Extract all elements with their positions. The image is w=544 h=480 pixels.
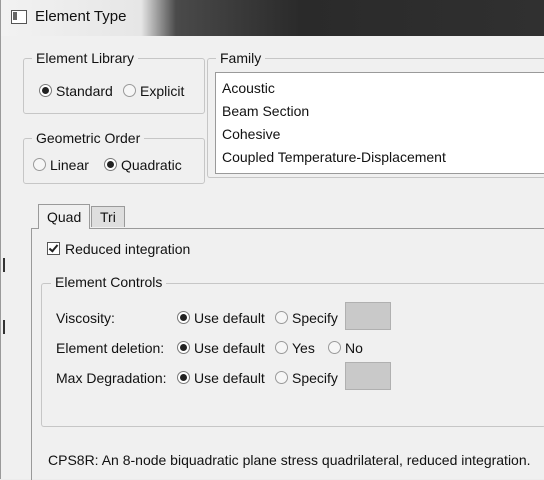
- family-label: Family: [216, 50, 266, 66]
- element-description: CPS8R: An 8-node biquadratic plane stres…: [48, 452, 531, 468]
- window-title: Element Type: [35, 8, 127, 25]
- radio-selected-icon: [39, 84, 52, 97]
- use-default-label: Use default: [194, 310, 265, 326]
- degradation-specify-radio[interactable]: Specify: [275, 370, 338, 386]
- viscosity-label: Viscosity:: [56, 310, 115, 326]
- radio-unselected-icon: [275, 371, 288, 384]
- radio-selected-icon: [177, 371, 190, 384]
- explicit-label: Explicit: [140, 83, 185, 99]
- reduced-integration-label: Reduced integration: [65, 241, 191, 257]
- radio-unselected-icon: [33, 158, 46, 171]
- window-icon: [11, 10, 27, 24]
- family-item[interactable]: Acoustic: [222, 80, 275, 96]
- radio-selected-icon: [177, 311, 190, 324]
- degradation-use-default-radio[interactable]: Use default: [177, 370, 265, 386]
- max-degradation-value-field[interactable]: [345, 362, 391, 390]
- explicit-radio[interactable]: Explicit: [123, 83, 184, 99]
- deletion-no-radio[interactable]: No: [328, 340, 363, 356]
- radio-selected-icon: [177, 341, 190, 354]
- standard-radio[interactable]: Standard: [39, 83, 113, 99]
- radio-unselected-icon: [123, 84, 136, 97]
- element-library-label: Element Library: [32, 50, 139, 66]
- use-default-label: Use default: [194, 370, 265, 386]
- element-type-dialog: Element Type Element Library Standard Ex…: [0, 0, 544, 480]
- viscosity-value-field[interactable]: [345, 302, 391, 330]
- no-label: No: [345, 340, 363, 356]
- reduced-integration-checkbox[interactable]: Reduced integration: [47, 241, 190, 257]
- family-item[interactable]: Beam Section: [222, 103, 309, 119]
- element-controls-label: Element Controls: [51, 274, 167, 290]
- radio-selected-icon: [104, 158, 117, 171]
- linear-label: Linear: [50, 157, 89, 173]
- linear-radio[interactable]: Linear: [33, 157, 89, 173]
- quadratic-label: Quadratic: [121, 157, 182, 173]
- max-degradation-label: Max Degradation:: [56, 370, 167, 386]
- family-item[interactable]: Cohesive: [222, 126, 280, 142]
- viscosity-use-default-radio[interactable]: Use default: [177, 310, 265, 326]
- geometric-order-label: Geometric Order: [32, 130, 145, 146]
- use-default-label: Use default: [194, 340, 265, 356]
- tab-quad[interactable]: Quad: [38, 204, 91, 229]
- title-bar[interactable]: Element Type: [1, 0, 544, 36]
- specify-label: Specify: [292, 310, 338, 326]
- yes-label: Yes: [292, 340, 315, 356]
- element-deletion-label: Element deletion:: [56, 340, 165, 356]
- tab-tri[interactable]: Tri: [91, 206, 125, 227]
- radio-unselected-icon: [275, 311, 288, 324]
- edge-mark: [3, 258, 5, 272]
- viscosity-specify-radio[interactable]: Specify: [275, 310, 338, 326]
- quadratic-radio[interactable]: Quadratic: [104, 157, 182, 173]
- radio-unselected-icon: [275, 341, 288, 354]
- deletion-yes-radio[interactable]: Yes: [275, 340, 315, 356]
- checkmark-icon: [47, 242, 60, 255]
- deletion-use-default-radio[interactable]: Use default: [177, 340, 265, 356]
- family-item[interactable]: Coupled Temperature-Displacement: [222, 149, 446, 165]
- specify-label: Specify: [292, 370, 338, 386]
- standard-label: Standard: [56, 83, 113, 99]
- radio-unselected-icon: [328, 341, 341, 354]
- family-listbox[interactable]: Acoustic Beam Section Cohesive Coupled T…: [215, 72, 544, 174]
- edge-mark: [3, 320, 5, 334]
